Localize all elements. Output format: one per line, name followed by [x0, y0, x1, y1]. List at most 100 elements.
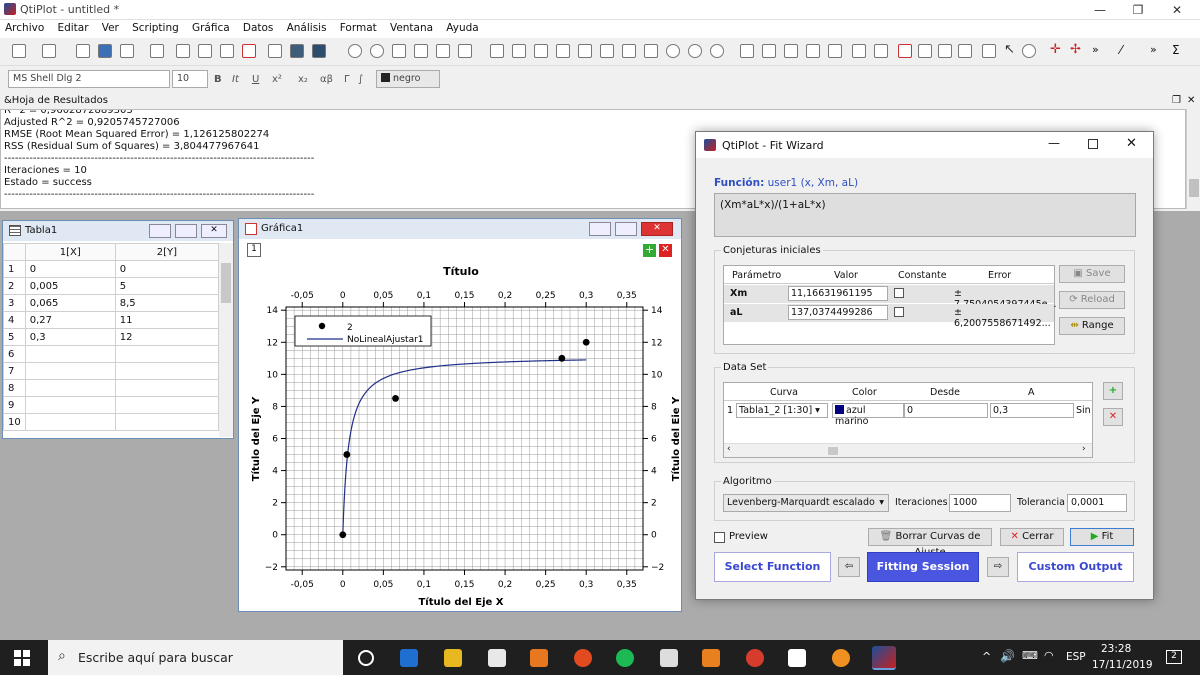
close-button[interactable]: ✕ — [1160, 0, 1194, 20]
bold-button[interactable]: B — [214, 74, 222, 85]
fit-wizard-close[interactable]: ✕ — [1126, 136, 1137, 151]
table-cell[interactable] — [114, 413, 220, 431]
fitting-session-button[interactable]: Fitting Session — [867, 552, 979, 582]
app-icon-hat[interactable] — [660, 649, 678, 667]
edge-browser-icon[interactable] — [400, 649, 418, 667]
layer-button[interactable]: 1 — [247, 243, 261, 257]
new-icon[interactable] — [12, 44, 26, 58]
save-as-icon[interactable] — [120, 44, 134, 58]
menu-analisis[interactable]: Análisis — [282, 20, 332, 36]
wifi-icon[interactable]: ◠ — [1044, 649, 1054, 662]
table-cell[interactable]: 8,5 — [114, 294, 220, 312]
column-header[interactable]: 1[X] — [24, 243, 116, 261]
scatter-point[interactable] — [582, 338, 590, 346]
preview-checkbox[interactable] — [714, 532, 725, 543]
app-icon-gear[interactable] — [832, 649, 850, 667]
table-cell[interactable] — [114, 345, 220, 363]
subscript-button[interactable]: x₂ — [298, 74, 308, 85]
spotify-icon[interactable] — [616, 649, 634, 667]
script-icon[interactable] — [534, 44, 548, 58]
restore-button[interactable]: ❐ — [1121, 0, 1155, 20]
sum-icon[interactable]: Σ — [1172, 44, 1186, 58]
select-function-button[interactable]: Select Function — [714, 552, 831, 582]
notification-center-icon[interactable]: 2 — [1166, 650, 1182, 664]
add-row-icon[interactable] — [512, 44, 526, 58]
app-icon-orange[interactable] — [530, 649, 548, 667]
graph-window[interactable]: Gráfica1 ✕ 1 + ✕ -0,05 -0,05 0 0 0,05 0,05 0,1… — [238, 218, 682, 612]
zoom-tool-icon[interactable] — [1022, 44, 1036, 58]
clock-date[interactable]: 17/11/2019 — [1092, 659, 1153, 671]
table-cell[interactable]: 0,065 — [24, 294, 116, 312]
weight-cell[interactable]: Sin p — [1076, 405, 1092, 416]
fit-button[interactable]: ▶ Fit — [1070, 528, 1134, 546]
table-row[interactable]: 9 — [3, 396, 220, 414]
results-close-icon[interactable]: ✕ — [1187, 95, 1195, 106]
error-bars-icon[interactable] — [898, 44, 912, 58]
save-icon[interactable] — [98, 44, 112, 58]
list-icon[interactable] — [556, 44, 570, 58]
data-table[interactable]: 1[X] 2[Y] 100 2 0,005 5 3 0,065 8,5 4 0,27 11 … — [3, 243, 220, 431]
redo-icon[interactable] — [370, 44, 384, 58]
copy-icon[interactable] — [414, 44, 428, 58]
scroll-thumb[interactable] — [828, 447, 838, 455]
param-constant-checkbox[interactable] — [894, 307, 904, 317]
table-scrollbar[interactable] — [219, 243, 233, 437]
align-icon[interactable] — [578, 44, 592, 58]
param-row[interactable]: aL 137,0374499286 ± 6,2007558671492... — [724, 304, 1054, 329]
file-explorer-icon[interactable] — [444, 649, 462, 667]
results-restore-icon[interactable]: ❐ — [1172, 95, 1181, 106]
scatter-point[interactable] — [339, 531, 347, 539]
find-icon[interactable] — [644, 44, 658, 58]
dataset-table[interactable]: Curva Color Desde A 1 Tabla1_2 [1:30] ▾ … — [723, 382, 1093, 458]
formula-box[interactable]: (Xm*aL*x)/(1+aL*x) — [714, 193, 1136, 237]
table-cell[interactable] — [24, 379, 116, 397]
table-row[interactable]: 2 0,005 5 — [3, 277, 220, 295]
menu-datos[interactable]: Datos — [238, 20, 279, 36]
windows-start-icon[interactable] — [14, 650, 30, 666]
new-matrix-icon[interactable] — [290, 44, 304, 58]
tolerance-spinbox[interactable]: 0,0001 — [1067, 494, 1127, 512]
remove-layer-icon[interactable]: ✕ — [659, 244, 672, 257]
undo-icon[interactable] — [348, 44, 362, 58]
table-row[interactable]: 7 — [3, 362, 220, 380]
table-cell[interactable] — [24, 362, 116, 380]
data-range-icon[interactable] — [982, 44, 996, 58]
table-row[interactable]: 4 0,27 11 — [3, 311, 220, 329]
scroll-right-icon[interactable]: › — [1082, 444, 1086, 454]
keyboard-icon[interactable]: ⌨ — [1022, 649, 1038, 662]
chevron-up-icon[interactable]: ^ — [982, 650, 991, 663]
graph-close-button[interactable]: ✕ — [641, 222, 673, 236]
dataset-hscrollbar[interactable]: ‹ › — [724, 443, 1092, 457]
table-scroll-thumb[interactable] — [221, 263, 231, 303]
new-legend-icon[interactable] — [828, 44, 842, 58]
scroll-left-icon[interactable]: ‹ — [727, 444, 731, 454]
export-pdf-icon[interactable] — [242, 44, 256, 58]
menu-editar[interactable]: Editar — [52, 20, 93, 36]
zoom-out-icon[interactable] — [688, 44, 702, 58]
outdent-icon[interactable] — [622, 44, 636, 58]
table-row[interactable]: 100 — [3, 260, 220, 278]
table-icon[interactable] — [176, 44, 190, 58]
mail-icon[interactable] — [788, 649, 806, 667]
color-select[interactable]: azul marino — [832, 403, 904, 427]
table-row[interactable]: 8 — [3, 379, 220, 397]
clock-time[interactable]: 23:28 — [1101, 643, 1131, 655]
table-cell[interactable] — [24, 396, 116, 414]
integral-button[interactable]: ∫ — [358, 74, 363, 85]
font-size-spinbox[interactable]: 10 — [172, 70, 208, 88]
cortana-icon[interactable] — [358, 650, 374, 666]
delete-icon[interactable] — [458, 44, 472, 58]
previous-page-button[interactable]: ⇦ — [838, 557, 860, 577]
underline-button[interactable]: U — [252, 74, 259, 85]
table-cell[interactable] — [24, 345, 116, 363]
axis-icon[interactable] — [762, 44, 776, 58]
table-cell[interactable]: 0,005 — [24, 277, 116, 295]
table-cell[interactable] — [114, 362, 220, 380]
table-row[interactable]: 6 — [3, 345, 220, 363]
superscript-button[interactable]: x² — [272, 74, 282, 85]
add-layer-plus-icon[interactable]: + — [643, 244, 656, 257]
iterations-spinbox[interactable]: 1000 — [949, 494, 1011, 512]
param-constant-checkbox[interactable] — [894, 288, 904, 298]
import-ascii-icon[interactable] — [150, 44, 164, 58]
minimize-button[interactable]: — — [1083, 0, 1117, 20]
